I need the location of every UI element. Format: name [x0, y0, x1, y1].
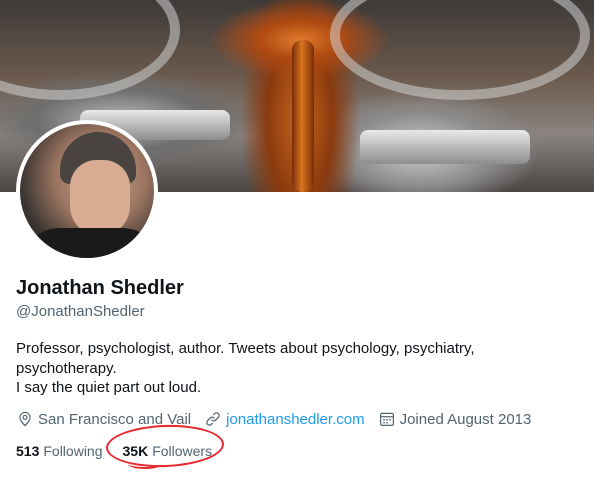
following-count: 513: [16, 443, 40, 459]
profile-handle: @JonathanShedler: [16, 303, 145, 320]
banner-ring-right: [330, 0, 590, 100]
tab-1[interactable]: [0, 487, 148, 497]
avatar-jacket: [20, 228, 154, 258]
joined-item: Joined August 2013: [378, 410, 532, 428]
banner-espresso-stream: [292, 40, 314, 192]
following-link[interactable]: 513 Following: [16, 443, 103, 459]
website-link[interactable]: jonathanshedler.com: [226, 411, 364, 428]
red-annotation-tail: [128, 459, 162, 469]
profile-bio: Professor, psychologist, author. Tweets …: [16, 339, 536, 398]
bio-line: Professor, psychologist, author. Tweets …: [16, 340, 475, 357]
profile-tabs: [0, 487, 594, 497]
profile-name: Jonathan Shedler: [16, 277, 184, 299]
tab-2[interactable]: [148, 487, 296, 497]
avatar[interactable]: [16, 120, 158, 262]
calendar-icon: [379, 412, 394, 426]
following-label: Following: [43, 443, 103, 459]
banner-spout-right: [360, 130, 530, 164]
location-pin-icon: [19, 411, 31, 427]
red-annotation-circle: [105, 422, 225, 470]
website-item[interactable]: jonathanshedler.com: [204, 410, 365, 428]
bio-line: psychotherapy.: [16, 359, 117, 377]
bio-line: I say the quiet part out loud.: [16, 379, 202, 396]
avatar-face: [70, 160, 130, 236]
profile-meta: San Francisco and Vail jonathanshedler.c…: [16, 409, 544, 429]
tab-3[interactable]: [296, 487, 444, 497]
tab-4[interactable]: [444, 487, 594, 497]
banner-ring-left: [0, 0, 180, 100]
link-icon: [206, 412, 220, 426]
joined-text: Joined August 2013: [399, 410, 532, 428]
